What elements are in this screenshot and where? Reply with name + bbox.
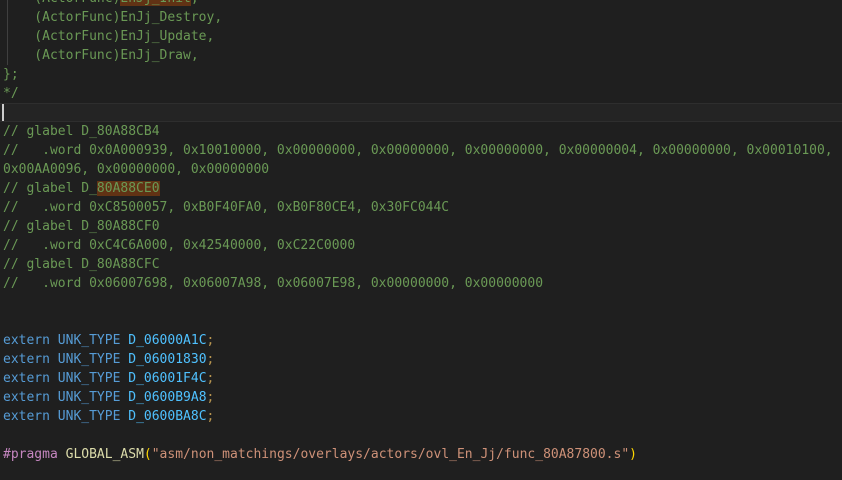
code-line[interactable]: #pragma GLOBAL_ASM("asm/non_matchings/ov… <box>0 445 842 464</box>
code-token: // .word 0xC4C6A000, 0x42540000, 0xC22C0… <box>3 238 355 253</box>
code-line[interactable]: // glabel D_80A88CF0 <box>0 217 842 236</box>
code-line[interactable]: extern UNK_TYPE D_06001F4C; <box>0 369 842 388</box>
code-token: ) <box>629 447 637 462</box>
code-line[interactable]: // .word 0x0A000939, 0x10010000, 0x00000… <box>0 141 842 160</box>
code-token: ; <box>207 352 215 367</box>
code-line[interactable]: // glabel D_80A88CB4 <box>0 122 842 141</box>
code-line[interactable] <box>0 293 842 312</box>
code-token: extern <box>3 371 58 386</box>
code-line[interactable]: // glabel D_80A88CE0 <box>0 179 842 198</box>
code-token: UNK_TYPE <box>58 371 128 386</box>
code-token: UNK_TYPE <box>58 352 128 367</box>
code-token: D_06001830 <box>128 352 206 367</box>
code-token: }; <box>3 67 19 82</box>
code-token: // .word 0x0A000939, 0x10010000, 0x00000… <box>3 143 833 158</box>
code-token: UNK_TYPE <box>58 390 128 405</box>
code-token: // glabel D_80A88CF0 <box>3 219 160 234</box>
code-token: // glabel D_ <box>3 181 97 196</box>
code-token: */ <box>3 86 19 101</box>
code-token: (ActorFunc) <box>3 0 120 6</box>
code-token: "asm/non_matchings/overlays/actors/ovl_E… <box>152 447 629 462</box>
code-line[interactable]: extern UNK_TYPE D_0600BA8C; <box>0 407 842 426</box>
code-token: extern <box>3 352 58 367</box>
code-token: UNK_TYPE <box>58 409 128 424</box>
code-token: // glabel D_80A88CFC <box>3 257 160 272</box>
code-token: extern <box>3 409 58 424</box>
code-token: (ActorFunc)EnJj_Draw, <box>3 48 199 63</box>
code-line[interactable]: extern UNK_TYPE D_06001830; <box>0 350 842 369</box>
code-line[interactable] <box>0 426 842 445</box>
code-token: (ActorFunc)EnJj_Update, <box>3 29 214 44</box>
code-token: GLOBAL_ASM <box>66 447 144 462</box>
code-line[interactable]: extern UNK_TYPE D_0600B9A8; <box>0 388 842 407</box>
code-line[interactable] <box>0 464 842 480</box>
code-token: extern <box>3 333 58 348</box>
code-token: // glabel D_80A88CB4 <box>3 124 160 139</box>
code-token: // .word 0xC8500057, 0xB0F40FA0, 0xB0F80… <box>3 200 449 215</box>
code-token: , <box>191 0 199 6</box>
code-token: D_0600B9A8 <box>128 390 206 405</box>
code-token: ; <box>207 390 215 405</box>
code-line[interactable]: */ <box>0 84 842 103</box>
code-token: UNK_TYPE <box>58 333 128 348</box>
code-editor: (ActorFunc)EnJj_Init, (ActorFunc)EnJj_De… <box>0 0 842 480</box>
code-line[interactable]: (ActorFunc)EnJj_Init, <box>0 0 842 8</box>
code-line[interactable]: // .word 0x06007698, 0x06007A98, 0x06007… <box>0 274 842 293</box>
code-line[interactable]: extern UNK_TYPE D_06000A1C; <box>0 331 842 350</box>
code-token: ( <box>144 447 152 462</box>
code-token: D_06001F4C <box>128 371 206 386</box>
code-line[interactable]: // .word 0xC4C6A000, 0x42540000, 0xC22C0… <box>0 236 842 255</box>
code-token: ; <box>207 371 215 386</box>
code-line[interactable]: }; <box>0 65 842 84</box>
code-token: (ActorFunc)EnJj_Destroy, <box>3 10 222 25</box>
code-area[interactable]: (ActorFunc)EnJj_Init, (ActorFunc)EnJj_De… <box>0 0 842 480</box>
code-token: // .word 0x06007698, 0x06007A98, 0x06007… <box>3 276 543 291</box>
code-line[interactable]: (ActorFunc)EnJj_Draw, <box>0 46 842 65</box>
search-match-highlight: EnJj_Init <box>120 0 190 6</box>
code-token: ; <box>207 333 215 348</box>
code-line[interactable]: // .word 0xC8500057, 0xB0F40FA0, 0xB0F80… <box>0 198 842 217</box>
code-token: D_0600BA8C <box>128 409 206 424</box>
code-line[interactable] <box>0 312 842 331</box>
code-line[interactable]: (ActorFunc)EnJj_Update, <box>0 27 842 46</box>
code-token: D_06000A1C <box>128 333 206 348</box>
code-token: 0x00AA0096, 0x00000000, 0x00000000 <box>3 162 269 177</box>
indent-guide <box>7 0 8 65</box>
code-token: extern <box>3 390 58 405</box>
code-line[interactable]: (ActorFunc)EnJj_Destroy, <box>0 8 842 27</box>
code-line[interactable] <box>0 103 842 122</box>
code-token: ; <box>207 409 215 424</box>
code-line[interactable]: 0x00AA0096, 0x00000000, 0x00000000 <box>0 160 842 179</box>
code-line[interactable]: // glabel D_80A88CFC <box>0 255 842 274</box>
text-cursor <box>2 104 4 121</box>
code-token: #pragma <box>3 447 66 462</box>
search-match-highlight: 80A88CE0 <box>97 181 160 196</box>
